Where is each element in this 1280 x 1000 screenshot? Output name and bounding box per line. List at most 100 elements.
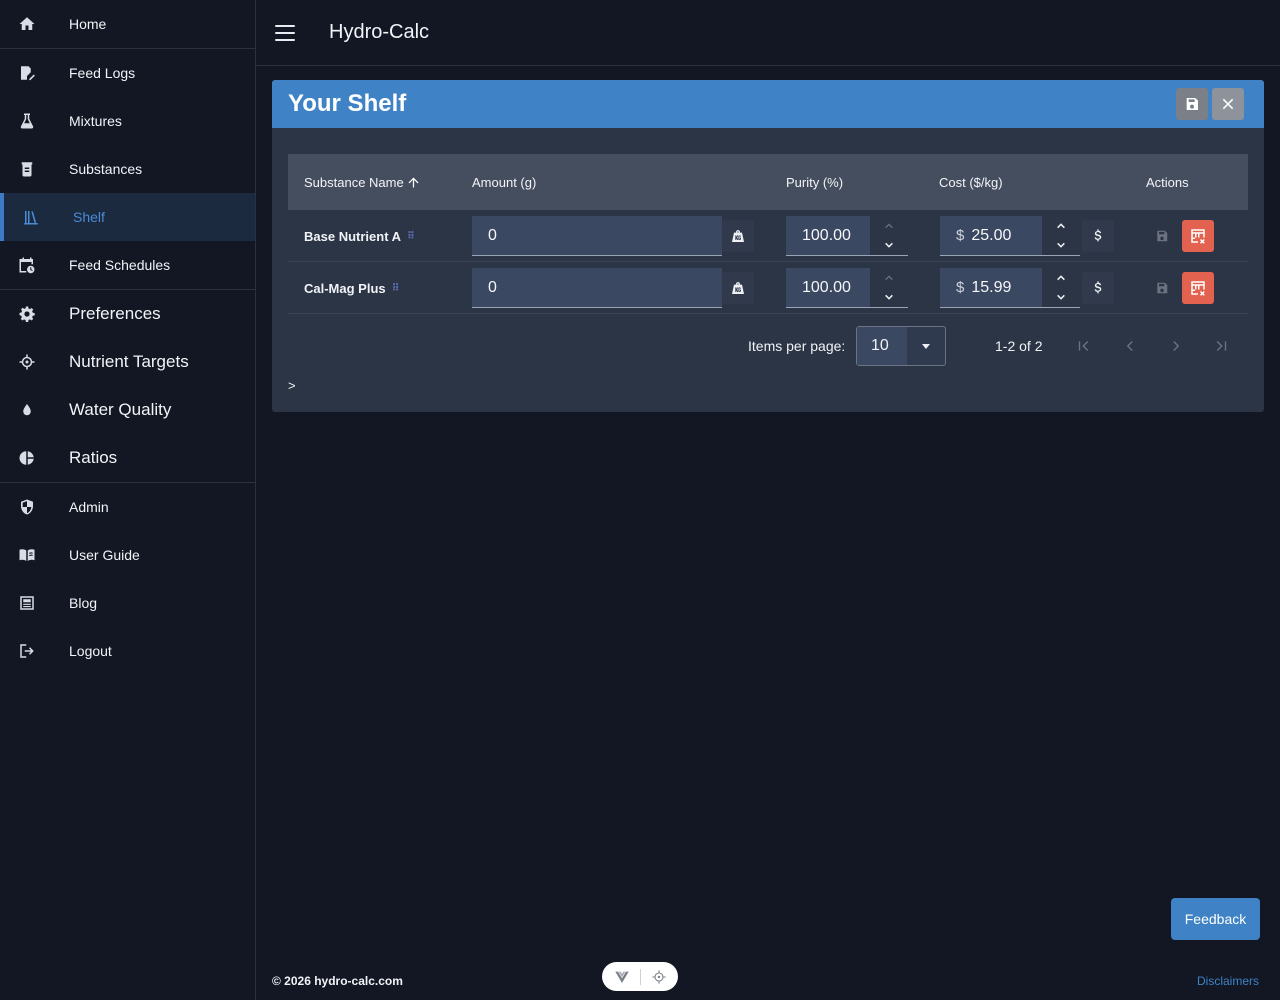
amount-input[interactable]: 0	[472, 268, 722, 308]
purity-input[interactable]: 100.00	[786, 268, 870, 308]
page-range-label: 1-2 of 2	[995, 338, 1043, 354]
purity-increment-button[interactable]	[870, 268, 908, 288]
top-bar: Hydro-Calc	[256, 0, 1280, 66]
shield-icon	[18, 498, 36, 516]
sidebar-item-feed-schedules[interactable]: Feed Schedules	[0, 241, 255, 289]
substance-name: Base Nutrient A ⠿	[304, 228, 415, 244]
sidebar-item-blog[interactable]: Blog	[0, 579, 255, 627]
pagination: Items per page: 10 1-2 of 2	[272, 326, 1264, 366]
expand-toggle[interactable]: >	[288, 378, 296, 393]
sidebar-item-label: Blog	[69, 595, 98, 611]
column-header-cost: Cost ($/kg)	[939, 174, 1003, 190]
sidebar-item-label: User Guide	[69, 547, 140, 563]
chevron-up-icon	[1057, 275, 1065, 280]
panel-header: Your Shelf	[272, 80, 1264, 128]
sidebar-item-ratios[interactable]: Ratios	[0, 434, 255, 482]
dev-tools-pill	[602, 962, 678, 991]
sidebar-item-label: Nutrient Targets	[69, 352, 189, 371]
purity-stepper	[870, 216, 908, 256]
crosshair-icon	[18, 353, 36, 371]
purity-input[interactable]: 100.00	[786, 216, 870, 256]
inspect-target-icon[interactable]	[651, 969, 667, 985]
first-page-button[interactable]	[1072, 334, 1096, 358]
dollar-icon	[1094, 229, 1102, 242]
cost-decrement-button[interactable]	[1042, 288, 1080, 308]
cost-increment-button[interactable]	[1042, 216, 1080, 236]
last-page-icon	[1216, 341, 1227, 351]
previous-page-button[interactable]	[1118, 334, 1142, 358]
sidebar-item-water-quality[interactable]: Water Quality	[0, 386, 255, 434]
footer-copyright: © 2026 hydro-calc.com	[272, 974, 403, 988]
row-save-button[interactable]	[1152, 278, 1172, 298]
row-remove-button[interactable]	[1182, 220, 1214, 252]
weight-unit-button[interactable]	[722, 220, 754, 252]
row-save-button[interactable]	[1152, 226, 1172, 246]
panel-title: Your Shelf	[288, 90, 407, 117]
sidebar-item-nutrient-targets[interactable]: Nutrient Targets	[0, 338, 255, 386]
disclaimers-link[interactable]: Disclaimers	[1197, 974, 1259, 988]
cost-input[interactable]: $15.99	[940, 268, 1042, 308]
items-per-page-select[interactable]: 10	[856, 326, 946, 366]
sidebar-item-logout[interactable]: Logout	[0, 627, 255, 675]
cost-input[interactable]: $25.00	[940, 216, 1042, 256]
calendar-clock-icon	[18, 256, 36, 274]
hamburger-menu-icon[interactable]	[275, 24, 295, 41]
drag-handle-icon[interactable]: ⠿	[407, 231, 415, 242]
close-panel-button[interactable]	[1212, 88, 1244, 120]
sidebar-item-label: Logout	[69, 643, 112, 659]
save-icon	[1157, 230, 1168, 242]
weight-unit-button[interactable]	[722, 272, 754, 304]
sidebar-item-label: Shelf	[73, 209, 105, 225]
sidebar-item-user-guide[interactable]: User Guide	[0, 531, 255, 579]
sidebar-group-data: Feed Logs Mixtures Substances Shelf Feed…	[0, 49, 255, 290]
sidebar-item-mixtures[interactable]: Mixtures	[0, 97, 255, 145]
sidebar-item-feed-logs[interactable]: Feed Logs	[0, 49, 255, 97]
save-icon	[1186, 98, 1198, 110]
shelf-table: Substance Name Amount (g) Purity (%) Cos…	[288, 154, 1248, 314]
sidebar: Home Feed Logs Mixtures Substances Shelf…	[0, 0, 256, 1000]
row-remove-button[interactable]	[1182, 272, 1214, 304]
column-header-purity: Purity (%)	[786, 174, 844, 190]
shelf-icon	[22, 208, 40, 226]
feedback-button[interactable]: Feedback	[1171, 898, 1260, 940]
sidebar-item-substances[interactable]: Substances	[0, 145, 255, 193]
column-header-actions: Actions	[1146, 174, 1189, 190]
weight-icon	[732, 230, 744, 242]
sidebar-group-account: Admin User Guide Blog Logout	[0, 483, 255, 675]
save-shelf-button[interactable]	[1176, 88, 1208, 120]
chevron-right-icon	[1173, 341, 1180, 351]
chevron-down-icon	[1057, 295, 1065, 300]
next-page-button[interactable]	[1164, 334, 1188, 358]
purity-decrement-button[interactable]	[870, 288, 908, 308]
sidebar-item-shelf[interactable]: Shelf	[0, 193, 255, 241]
cost-increment-button[interactable]	[1042, 268, 1080, 288]
currency-button[interactable]	[1082, 272, 1114, 304]
chevron-left-icon	[1126, 341, 1133, 351]
sidebar-item-label: Preferences	[69, 304, 161, 323]
sidebar-item-home[interactable]: Home	[0, 0, 255, 48]
sidebar-item-preferences[interactable]: Preferences	[0, 290, 255, 338]
first-page-icon	[1078, 341, 1089, 351]
sidebar-item-label: Substances	[69, 161, 143, 177]
vue-logo-icon[interactable]	[614, 969, 630, 985]
drag-handle-icon[interactable]: ⠿	[392, 283, 400, 294]
newspaper-icon	[18, 594, 36, 612]
chevron-down-icon	[885, 295, 893, 300]
sidebar-item-admin[interactable]: Admin	[0, 483, 255, 531]
sidebar-item-label: Admin	[69, 499, 109, 515]
dollar-icon	[1094, 281, 1102, 294]
purity-decrement-button[interactable]	[870, 236, 908, 256]
pie-chart-icon	[18, 449, 36, 467]
currency-button[interactable]	[1082, 220, 1114, 252]
purity-increment-button[interactable]	[870, 216, 908, 236]
sidebar-group-main: Home	[0, 0, 255, 49]
column-header-substance-name[interactable]: Substance Name	[304, 154, 421, 210]
weight-icon	[732, 282, 744, 294]
amount-input[interactable]: 0	[472, 216, 722, 256]
substance-name: Cal-Mag Plus ⠿	[304, 280, 400, 296]
chevron-down-icon	[1057, 243, 1065, 248]
sidebar-item-label: Ratios	[69, 448, 118, 467]
jar-icon	[18, 160, 36, 178]
last-page-button[interactable]	[1209, 334, 1233, 358]
cost-decrement-button[interactable]	[1042, 236, 1080, 256]
